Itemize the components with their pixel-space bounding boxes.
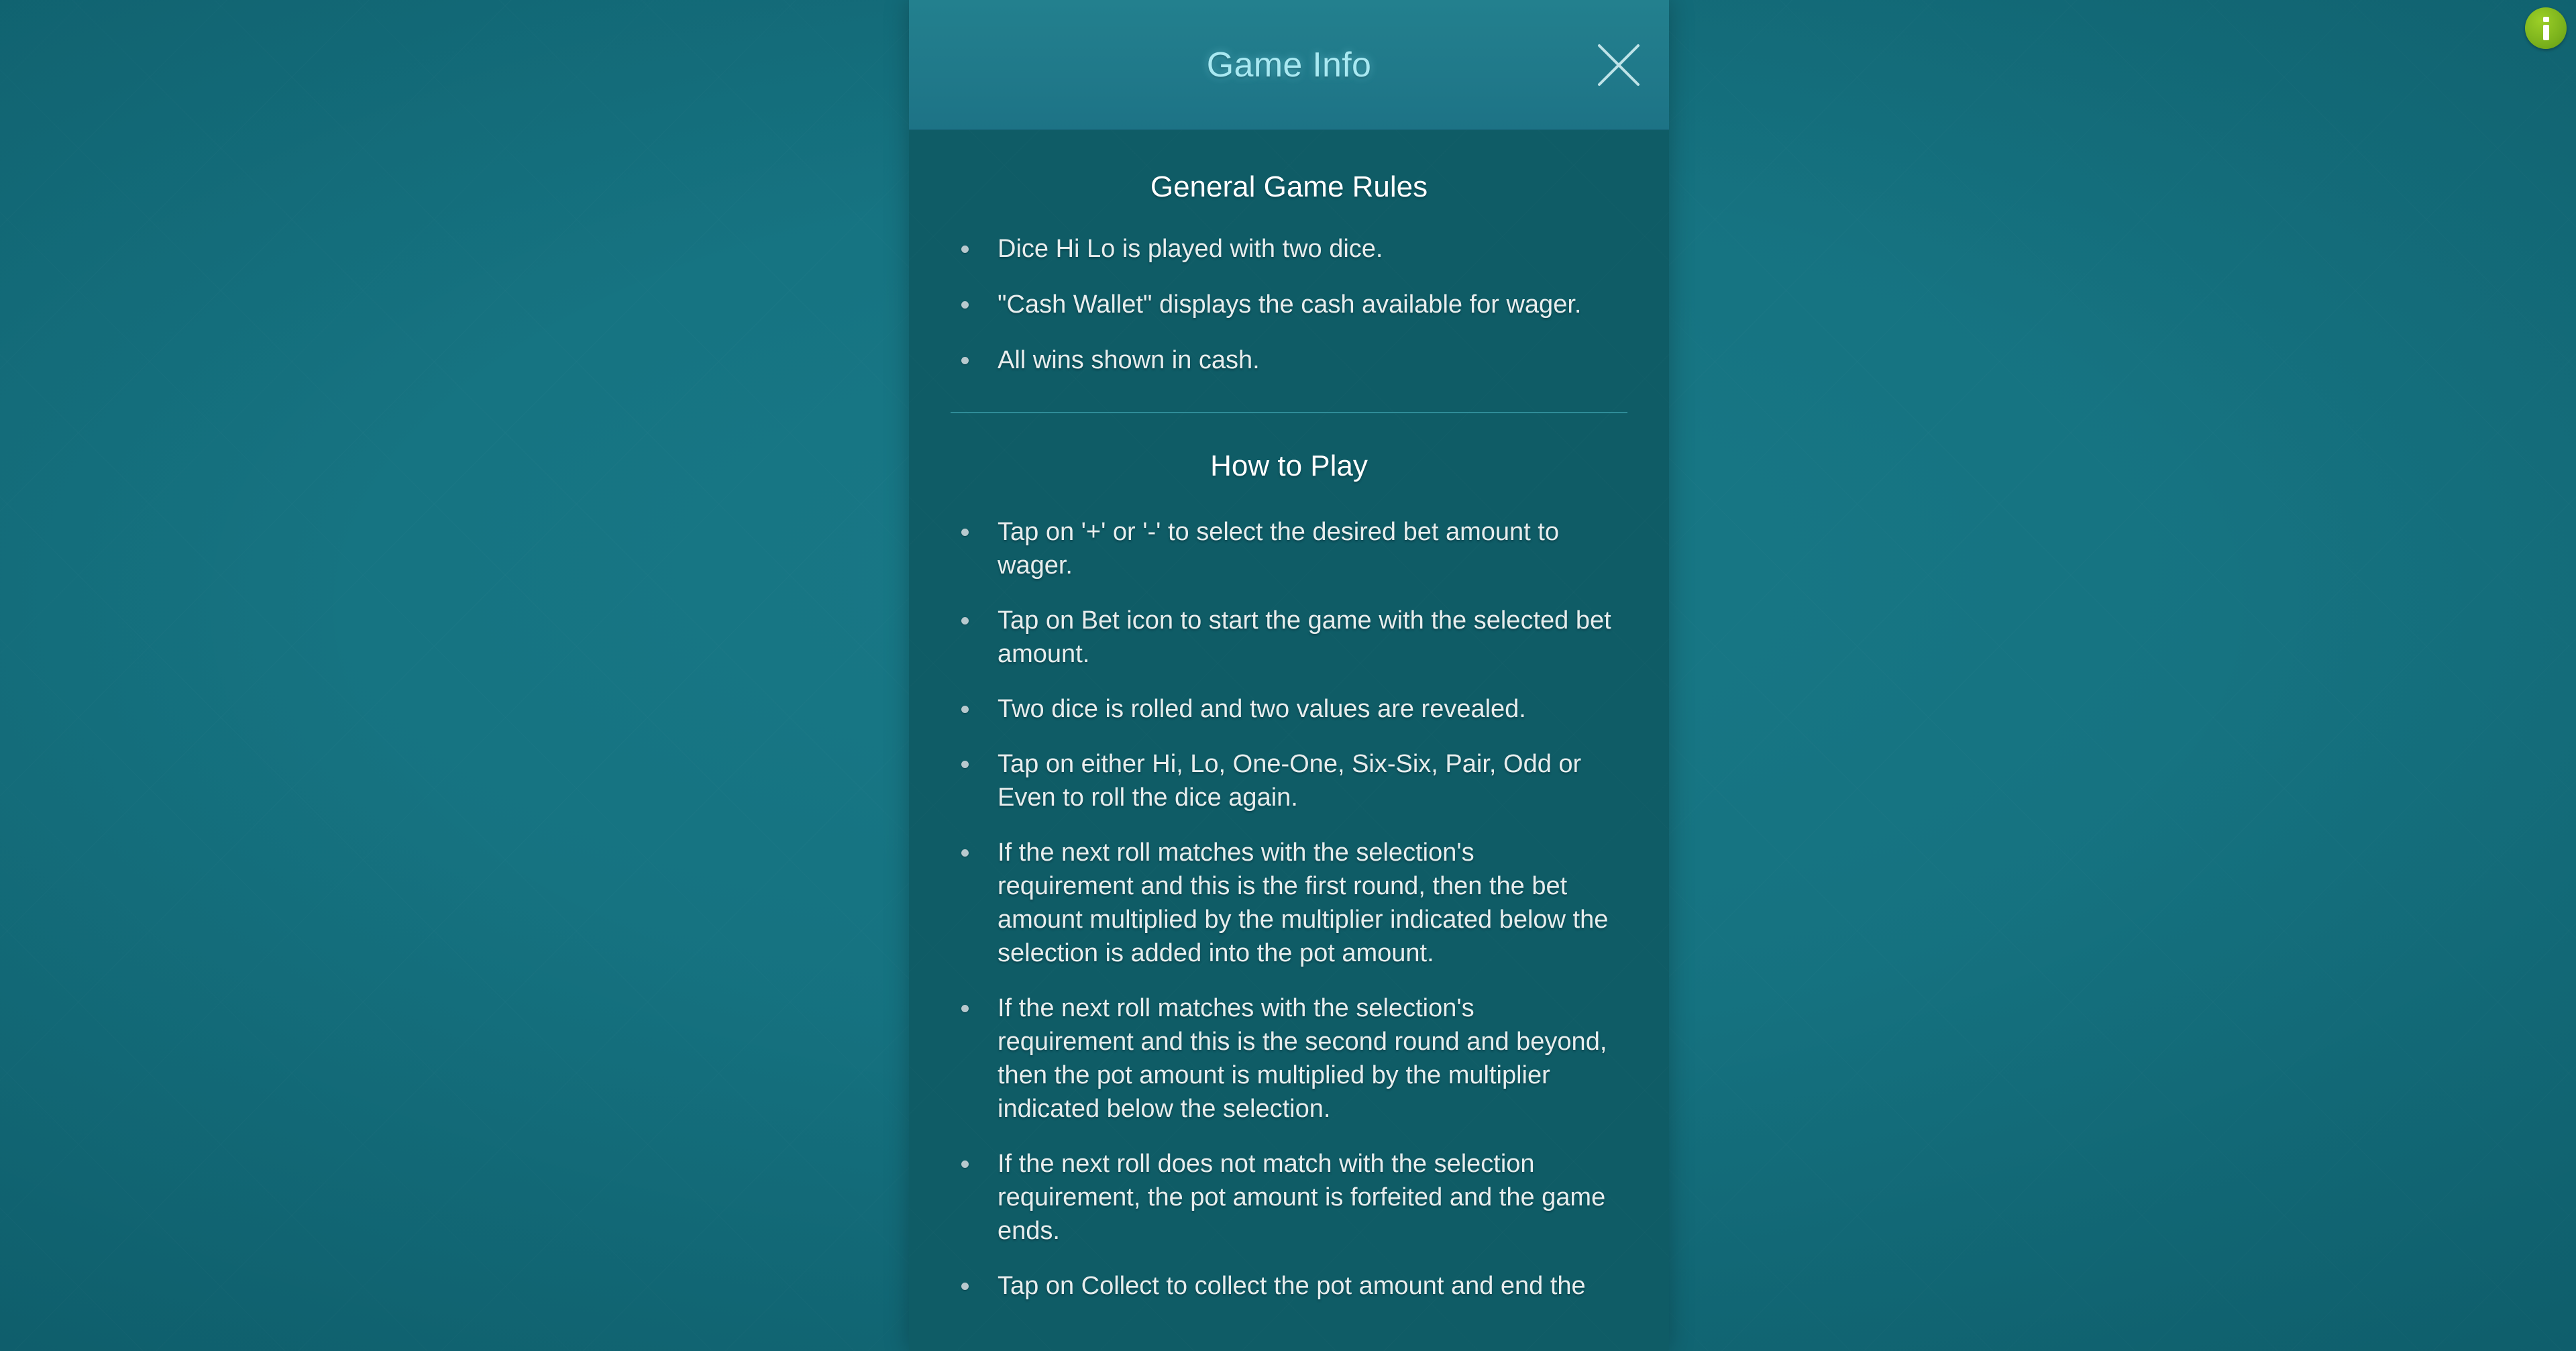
list-item: If the next roll matches with the select…	[909, 991, 1669, 1126]
list-item: If the next roll matches with the select…	[909, 836, 1669, 970]
dialog-header: Game Info	[909, 0, 1669, 130]
general-game-rules-list: Dice Hi Lo is played with two dice. "Cas…	[909, 232, 1669, 377]
list-item: Tap on Collect to collect the pot amount…	[909, 1269, 1669, 1303]
list-item: Dice Hi Lo is played with two dice.	[909, 232, 1669, 266]
section-divider	[951, 412, 1627, 413]
list-item: "Cash Wallet" displays the cash availabl…	[909, 288, 1669, 321]
game-info-dialog: Game Info General Game Rules Dice Hi Lo …	[909, 0, 1669, 1351]
list-item: Tap on Bet icon to start the game with t…	[909, 604, 1669, 671]
dialog-content-scroll[interactable]: General Game Rules Dice Hi Lo is played …	[909, 130, 1669, 1351]
list-item: Tap on either Hi, Lo, One-One, Six-Six, …	[909, 747, 1669, 814]
close-icon[interactable]	[1592, 38, 1646, 92]
info-glyph-stem	[2542, 24, 2549, 40]
info-icon[interactable]	[2525, 7, 2567, 49]
info-glyph	[2542, 16, 2549, 40]
dialog-title: Game Info	[1206, 46, 1372, 85]
list-item: Tap on '+' or '-' to select the desired …	[909, 515, 1669, 582]
list-item: Two dice is rolled and two values are re…	[909, 692, 1669, 726]
info-glyph-dot	[2542, 16, 2549, 22]
list-item: If the next roll does not match with the…	[909, 1147, 1669, 1248]
section-heading-general-game-rules: General Game Rules	[1150, 170, 1428, 203]
list-item: All wins shown in cash.	[909, 343, 1669, 377]
section-heading-how-to-play: How to Play	[1210, 449, 1368, 482]
how-to-play-list: Tap on '+' or '-' to select the desired …	[909, 515, 1669, 1303]
